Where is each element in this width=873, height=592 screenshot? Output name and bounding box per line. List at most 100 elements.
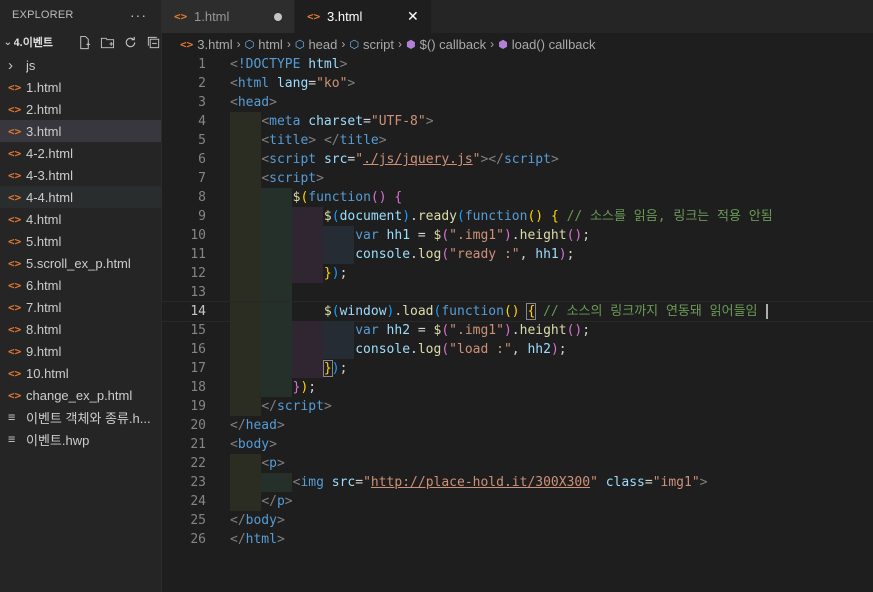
line-number: 25 [190,513,206,528]
line-number: 12 [190,266,206,281]
line-number: 2 [198,76,206,91]
code-text: $(document).ready(function() { // 소스를 읽음… [323,209,773,224]
tree-file-item[interactable]: <> 4.html [0,208,161,230]
tab-3-html[interactable]: <> 3.html ✕ [295,0,432,33]
tree-file-item[interactable]: <> 4-3.html [0,164,161,186]
line-number: 14 [190,304,206,319]
line-number: 18 [190,380,206,395]
code-line[interactable]: 22 <p> [162,454,873,473]
code-text: <img src="http://place-hold.it/300X300" … [292,475,708,490]
line-number: 10 [190,228,206,243]
tree-file-item[interactable]: <> 10.html [0,362,161,384]
line-number: 11 [190,247,206,262]
code-line[interactable]: 6 <script src="./js/jquery.js"></script> [162,150,873,169]
breadcrumb-item[interactable]: ⬡ head [295,37,338,52]
breadcrumb-label: load() callback [511,36,596,52]
line-number: 21 [190,437,206,452]
code-line[interactable]: 16 console.log("load :", hh2); [162,340,873,359]
chevron-right-icon: › [341,37,346,51]
line-number: 22 [190,456,206,471]
line-number: 1 [198,57,206,72]
tree-file-item[interactable]: <> 6.html [0,274,161,296]
tree-item-label: 이벤트 객체와 종류.h... [26,410,151,426]
code-line[interactable]: 11 console.log("ready :", hh1); [162,245,873,264]
code-line[interactable]: 18 }); [162,378,873,397]
more-actions-icon[interactable]: ··· [130,7,147,23]
code-line[interactable]: 3 <head> [162,93,873,112]
line-number: 26 [190,532,206,547]
breadcrumb-item[interactable]: ⬢ $() callback [406,37,486,52]
code-line[interactable]: 23 <img src="http://place-hold.it/300X30… [162,473,873,492]
code-line[interactable]: 14 $(window).load(function() { // 소스의 링크… [161,301,873,322]
line-number: 7 [198,171,206,186]
code-line[interactable]: 25 </body> [162,511,873,530]
code-line[interactable]: 21 <body> [162,435,873,454]
code-text: console.log("load :", hh2); [355,342,567,357]
code-line[interactable]: 24 </p> [162,492,873,511]
code-line[interactable]: 4 <meta charset="UTF-8"> [162,112,873,131]
line-number: 6 [198,152,206,167]
close-icon[interactable]: ✕ [407,8,419,25]
code-line[interactable]: 15 var hh2 = $(".img1").height(); [162,321,873,340]
code-line[interactable]: 9 $(document).ready(function() { // 소스를 … [162,207,873,226]
line-number: 23 [190,475,206,490]
unsaved-dot-icon[interactable] [274,12,282,21]
tree-file-item[interactable]: <> 3.html [0,120,161,142]
html-file-icon: <> [8,366,22,380]
code-line[interactable]: 1 <!DOCTYPE html> [162,55,873,74]
code-text: <meta charset="UTF-8"> [261,114,434,129]
code-line[interactable]: 20 </head> [162,416,873,435]
explorer-title: EXPLORER [12,9,74,21]
tree-file-item[interactable]: ≡ 이벤트 객체와 종류.h... [0,406,161,428]
code-line[interactable]: 8 $(function() { [162,188,873,207]
folder-header[interactable]: ⌄ 4.이벤트 [0,30,161,54]
tree-file-item[interactable]: <> 4-2.html [0,142,161,164]
tree-file-item[interactable]: <> 8.html [0,318,161,340]
breadcrumb-item[interactable]: ⬡ html [245,37,283,52]
tree-file-item[interactable]: <> 5.html [0,230,161,252]
code-text: <script src="./js/jquery.js"></script> [261,152,559,167]
tree-file-item[interactable]: <> 9.html [0,340,161,362]
code-text: </p> [261,494,293,509]
code-line[interactable]: 10 var hh1 = $(".img1").height(); [162,226,873,245]
code-line[interactable]: 12 }); [162,264,873,283]
line-number: 5 [198,133,206,148]
code-line[interactable]: 7 <script> [162,169,873,188]
breadcrumb-item[interactable]: ⬢ load() callback [498,37,595,52]
code-line[interactable]: 17 }); [162,359,873,378]
code-text: var hh1 = $(".img1").height(); [355,228,591,243]
tree-file-item[interactable]: <> 5.scroll_ex_p.html [0,252,161,274]
code-line[interactable]: 5 <title> </title> [162,131,873,150]
html-file-icon: <> [8,256,22,270]
html-file-icon: <> [8,124,22,138]
new-folder-icon[interactable] [100,35,115,50]
tree-folder-item[interactable]: › js [0,54,161,76]
code-line[interactable]: 13 [162,283,873,302]
line-number: 3 [198,95,206,110]
tree-file-item[interactable]: ≡ 이벤트.hwp [0,428,161,450]
breadcrumb-item[interactable]: ⬡ script [349,37,394,52]
breadcrumb: <> 3.html › ⬡ html › ⬡ head › ⬡ script › ⬢ $() callba… [162,33,873,55]
tree-file-item[interactable]: <> 2.html [0,98,161,120]
collapse-all-icon[interactable] [146,35,161,50]
refresh-icon[interactable] [123,35,138,50]
tree-file-item[interactable]: <> 1.html [0,76,161,98]
line-number: 19 [190,399,206,414]
tree-item-label: js [26,57,36,73]
new-file-icon[interactable] [77,35,92,50]
code-line[interactable]: 26 </html> [162,530,873,549]
tree-file-item[interactable]: <> 4-4.html [0,186,161,208]
cube-icon: ⬡ [349,38,359,51]
tab-1-html[interactable]: <> 1.html [162,0,295,33]
tree-file-item[interactable]: <> 7.html [0,296,161,318]
code-text: <script> [261,171,324,186]
code-line[interactable]: 19 </script> [162,397,873,416]
breadcrumb-item[interactable]: <> 3.html [180,37,233,52]
function-icon: ⬢ [406,38,416,51]
code-line[interactable]: 2 <html lang="ko"> [162,74,873,93]
code-text: var hh2 = $(".img1").height(); [355,323,591,338]
html-file-icon: <> [8,278,22,292]
code-text: }); [292,380,317,395]
tree-file-item[interactable]: <> change_ex_p.html [0,384,161,406]
code-editor[interactable]: 1 <!DOCTYPE html> 2 <html lang="ko"> 3 <head>… [161,55,873,592]
